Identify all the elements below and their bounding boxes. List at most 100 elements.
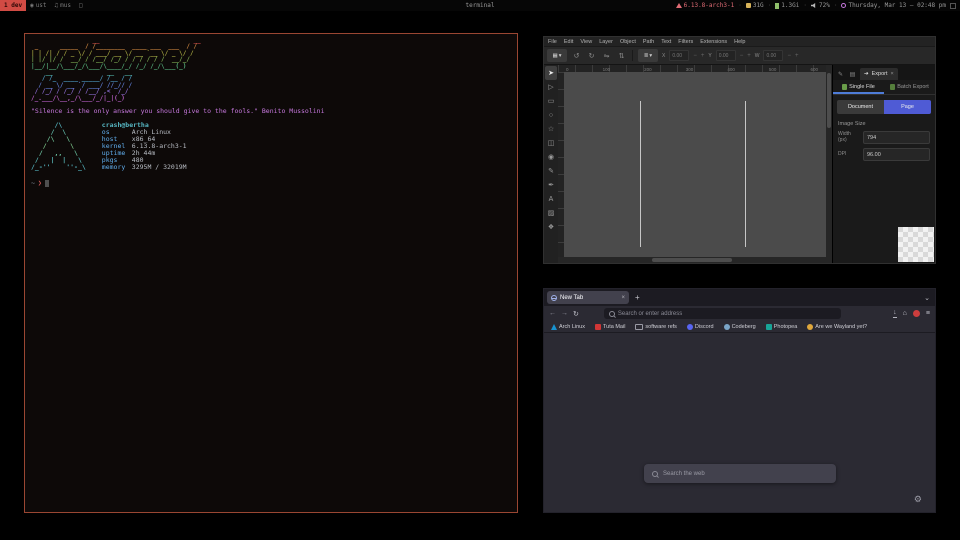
menu-edit[interactable]: Edit — [564, 39, 573, 45]
scrollbar-thumb[interactable] — [827, 73, 831, 128]
export-preview-transparent — [898, 227, 934, 262]
close-icon[interactable]: × — [891, 71, 894, 77]
x-field-label: X — [662, 53, 665, 59]
personalize-gear-icon[interactable]: ⚙ — [914, 495, 922, 504]
bookmark-arch-linux[interactable]: Arch Linux — [551, 324, 585, 330]
w-field[interactable]: 0.00 — [763, 50, 783, 61]
width-label: Width (px) — [838, 132, 860, 143]
tab-close-icon[interactable]: × — [621, 295, 625, 301]
zorder-dropdown[interactable]: ≣▾ — [638, 49, 658, 62]
menu-extensions[interactable]: Extensions — [700, 39, 727, 45]
bookmark-tuta-mail[interactable]: Tuta Mail — [595, 324, 625, 330]
layers-panel-icon[interactable]: ▤ — [848, 71, 857, 80]
terminal-window[interactable]: __ __ _ _____ / /________ ____ ___ ___ /… — [24, 33, 518, 513]
menu-view[interactable]: View — [580, 39, 592, 45]
new-tab-button[interactable]: + — [635, 293, 640, 302]
divider — [632, 50, 633, 61]
menu-file[interactable]: File — [548, 39, 557, 45]
text-tool[interactable]: A — [545, 192, 557, 206]
status-bar: 1 dev ◉ust ♫mus □ terminal 6.13.8-arch3-… — [0, 0, 960, 11]
scrollbar-thumb[interactable] — [652, 258, 732, 262]
star-tool[interactable]: ☆ — [545, 122, 557, 136]
w-plus-stepper[interactable]: + — [795, 53, 799, 59]
dpi-input[interactable]: 96.00 — [863, 148, 930, 161]
menu-button[interactable]: ≡ — [926, 310, 930, 317]
downloads-button[interactable]: ↓ — [893, 310, 897, 318]
selector-tool[interactable]: ➤ — [545, 66, 557, 80]
menu-filters[interactable]: Filters — [678, 39, 693, 45]
canvas[interactable] — [564, 72, 826, 257]
y-plus-stepper[interactable]: + — [747, 53, 751, 59]
tab-new-tab[interactable]: New Tab × — [547, 291, 629, 304]
discord-favicon — [687, 324, 693, 330]
separator: · — [834, 2, 838, 9]
menu-layer[interactable]: Layer — [599, 39, 613, 45]
gradient-tool[interactable]: ▨ — [545, 206, 557, 220]
box3d-tool[interactable]: ◫ — [545, 136, 557, 150]
memory-icon — [775, 3, 779, 9]
tab-batch-export[interactable]: Batch Export — [884, 80, 935, 94]
menu-path[interactable]: Path — [643, 39, 654, 45]
x-plus-stepper[interactable]: + — [701, 53, 705, 59]
list-tabs-chevron-icon[interactable]: ⌄ — [924, 294, 930, 302]
width-input[interactable]: 794 — [863, 131, 930, 144]
home-button[interactable]: ⌂ — [903, 310, 907, 317]
flip-vertical-button[interactable]: ⇅ — [616, 52, 627, 60]
flip-horizontal-button[interactable]: ⇋ — [601, 52, 612, 60]
search-icon — [609, 311, 615, 317]
w-minus-stepper[interactable]: − — [787, 53, 791, 59]
node-tool[interactable]: ▷ — [545, 80, 557, 94]
menu-text[interactable]: Text — [661, 39, 671, 45]
workspace-empty[interactable]: □ — [75, 0, 87, 11]
forward-button[interactable]: → — [561, 310, 568, 317]
tab-single-file[interactable]: Single File — [833, 80, 884, 94]
x-minus-stepper[interactable]: − — [693, 53, 697, 59]
workspace-mus[interactable]: ♫mus — [51, 0, 75, 11]
memory-module: 1.3Gi — [775, 2, 799, 9]
x-field[interactable]: 0.00 — [669, 50, 689, 61]
y-field[interactable]: 0.00 — [716, 50, 736, 61]
menu-object[interactable]: Object — [620, 39, 636, 45]
selection-mode-dropdown[interactable]: ▦▾ — [547, 49, 567, 62]
arch-favicon — [551, 324, 557, 330]
rotate-ccw-button[interactable]: ↺ — [571, 52, 582, 60]
bookmark-codeberg[interactable]: Codeberg — [724, 324, 756, 330]
web-search-input[interactable]: Search the web — [644, 464, 836, 483]
shell-prompt[interactable]: ~ ❯ — [31, 180, 511, 187]
reload-button[interactable]: ↻ — [573, 310, 579, 318]
y-minus-stepper[interactable]: − — [740, 53, 744, 59]
url-bar[interactable]: Search or enter address — [604, 308, 841, 319]
bookmark-are-we-wayland-yet[interactable]: Are we Wayland yet? — [807, 324, 867, 330]
browser-window: New Tab × + ⌄ ← → ↻ Search or enter addr… — [543, 288, 936, 513]
ellipse-tool[interactable]: ○ — [545, 108, 557, 122]
navigation-bar: ← → ↻ Search or enter address ↓ ⌂ ≡ — [544, 306, 935, 321]
system-fetch: /\ / \ /\ \ / \ / ,, \ / | | \ /_-'' ''-… — [31, 122, 511, 171]
bookmark-discord[interactable]: Discord — [687, 324, 714, 330]
tray-icon[interactable] — [950, 3, 956, 9]
pen-tool[interactable]: ✒ — [545, 178, 557, 192]
bookmark-folder-software-refs[interactable]: software refs — [635, 324, 676, 330]
bookmark-photopea[interactable]: Photopea — [766, 324, 798, 330]
spiral-tool[interactable]: ◉ — [545, 150, 557, 164]
export-panel-tab[interactable]: ➔ Export × — [860, 68, 898, 80]
arch-icon — [676, 3, 682, 8]
menu-help[interactable]: Help — [734, 39, 745, 45]
y-field-label: Y — [708, 53, 711, 59]
back-button[interactable]: ← — [549, 310, 556, 317]
rotate-cw-button[interactable]: ↻ — [586, 52, 597, 60]
rectangle-tool[interactable]: ▭ — [545, 94, 557, 108]
page-scope-button[interactable]: Page — [884, 100, 931, 114]
kernel-module: 6.13.8-arch3-1 — [676, 2, 735, 9]
pencil-panel-icon[interactable]: ✎ — [836, 71, 845, 80]
workspace-ust[interactable]: ◉ust — [26, 0, 50, 11]
horizontal-scrollbar[interactable] — [558, 257, 826, 263]
pencil-tool[interactable]: ✎ — [545, 164, 557, 178]
w-field-label: W — [755, 53, 760, 59]
workspace-list: 1 dev ◉ust ♫mus □ — [0, 0, 87, 11]
dropper-tool[interactable]: ❖ — [545, 220, 557, 234]
clock-module: Thursday, Mar 13 — 02:48 pm — [841, 2, 946, 9]
new-tab-page: Search the web ⚙ — [544, 333, 935, 512]
extension-icon[interactable] — [913, 310, 920, 317]
document-scope-button[interactable]: Document — [837, 100, 884, 114]
workspace-dev[interactable]: 1 dev — [0, 0, 26, 11]
